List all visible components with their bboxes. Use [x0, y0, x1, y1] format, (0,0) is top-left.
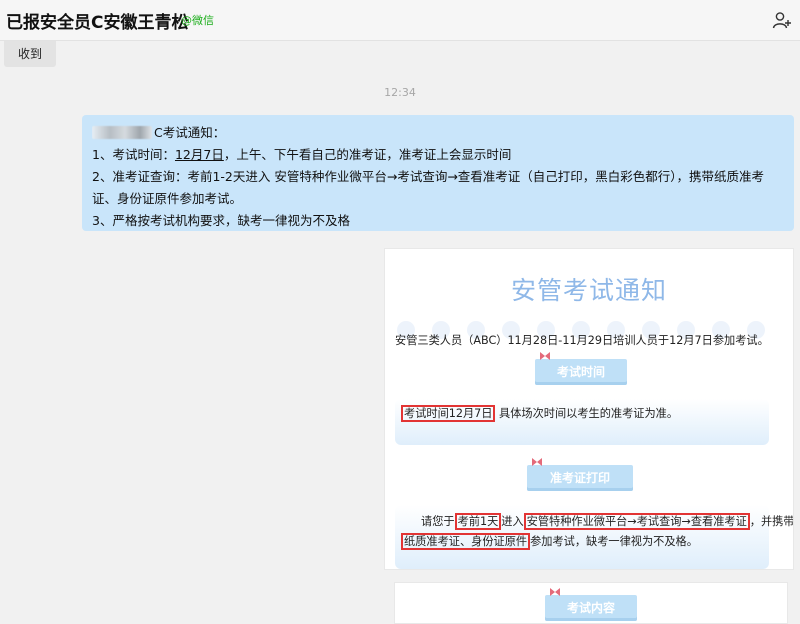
message-line-3: 2、准考证查询：考前1-2天进入 安管特种作业微平台→考试查询→查看准考证（自己…: [92, 169, 765, 206]
message-timestamp: 12:34: [384, 86, 416, 99]
message-line-4: 3、严格按考试机构要求，缺考一律视为不及格: [92, 213, 350, 228]
bow-icon: [550, 588, 560, 596]
exam-date-highlight: 考试时间12月7日: [401, 405, 496, 422]
exam-time-panel: 考试时间12月7日 具体场次时间以考生的准考证为准。: [395, 399, 769, 445]
admission-panel: 请您于 考前1天 进入 安管特种作业微平台→考试查询→查看准考证 ，并携带 纸质准考证、…: [395, 505, 793, 569]
wechat-badge: @微信: [181, 14, 214, 27]
ribbon-exam-content: 考试内容: [545, 588, 637, 621]
image-message[interactable]: 安管考试通知 安管三类人员（ABC）11月28日-11月29日培训人员于12月7…: [384, 248, 794, 570]
text-message-bubble[interactable]: C考试通知： 1、考试时间：12月7日，上午、下午看自己的准考证，准考证上会显示…: [82, 115, 794, 231]
add-user-icon[interactable]: [772, 10, 792, 30]
highlight-one-day-before: 考前1天: [454, 513, 502, 530]
image-message-2[interactable]: 考试内容: [394, 582, 788, 624]
message-line-1: C考试通知：: [92, 122, 784, 144]
received-chip[interactable]: 收到: [4, 41, 56, 67]
message-line-2: 1、考试时间：12月7日，上午、下午看自己的准考证，准考证上会显示时间: [92, 147, 512, 162]
poster-intro: 安管三类人员（ABC）11月28日-11月29日培训人员于12月7日参加考试。: [395, 334, 769, 347]
highlight-documents: 纸质准考证、身份证原件: [401, 533, 531, 550]
ribbon-exam-time: 考试时间: [535, 352, 627, 385]
poster-title: 安管考试通知: [510, 276, 667, 305]
chat-title: 已报安全员C安徽王青松: [6, 13, 189, 33]
blurred-text: [92, 126, 152, 139]
bow-icon: [540, 352, 550, 360]
highlight-platform-path: 安管特种作业微平台→考试查询→查看准考证: [523, 513, 750, 530]
exam-date: 12月7日: [174, 147, 224, 162]
chat-header: 已报安全员C安徽王青松 @微信: [0, 0, 800, 41]
bow-icon: [532, 458, 542, 466]
ribbon-admission-print: 准考证打印: [527, 458, 633, 491]
